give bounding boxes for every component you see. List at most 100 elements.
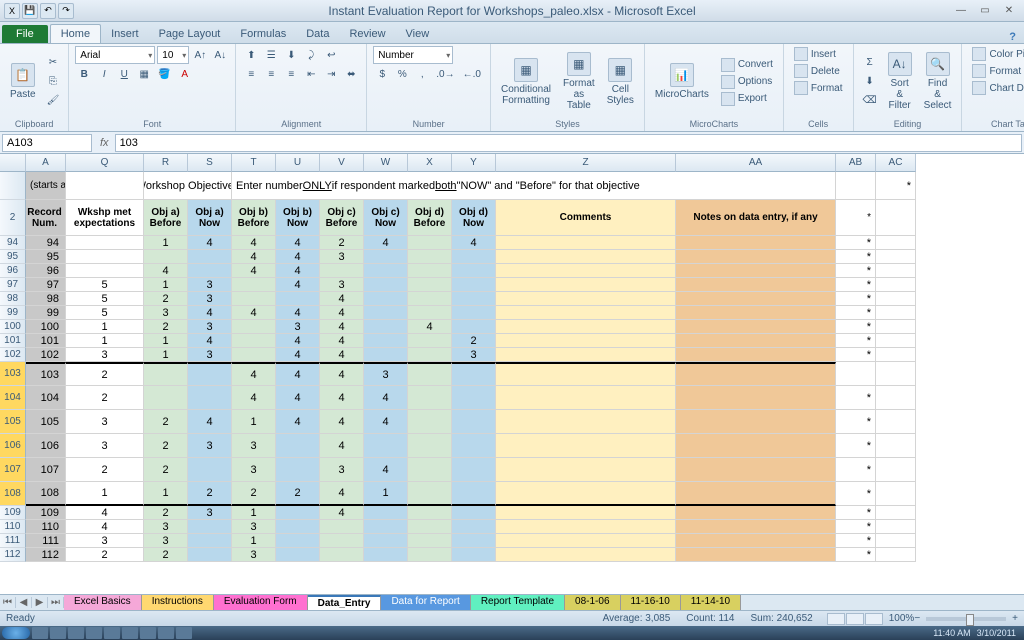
sheet-prev-icon[interactable]: ◀ xyxy=(16,597,32,608)
cell[interactable] xyxy=(496,278,676,292)
cell[interactable]: 3 xyxy=(188,278,232,292)
cell[interactable]: * xyxy=(836,458,876,482)
currency-button[interactable]: $ xyxy=(373,65,391,83)
cell[interactable]: 4 xyxy=(66,506,144,520)
options-button[interactable]: Options xyxy=(717,74,777,90)
row-header[interactable]: 101 xyxy=(0,334,26,348)
column-header[interactable]: Q xyxy=(66,154,144,172)
cell[interactable]: 2 xyxy=(144,458,188,482)
cell[interactable]: 2 xyxy=(144,292,188,306)
cell[interactable] xyxy=(408,362,452,386)
cell[interactable]: 2 xyxy=(144,320,188,334)
cell[interactable]: Comments xyxy=(496,200,676,236)
cell[interactable]: * xyxy=(836,306,876,320)
cell[interactable]: 3 xyxy=(66,534,144,548)
cell[interactable]: 1 xyxy=(66,334,144,348)
cell[interactable] xyxy=(676,548,836,562)
cell[interactable]: 4 xyxy=(232,386,276,410)
cell[interactable] xyxy=(408,264,452,278)
cell[interactable] xyxy=(320,534,364,548)
cell[interactable]: Obj c) Before xyxy=(320,200,364,236)
redo-icon[interactable]: ↷ xyxy=(58,3,74,19)
cell[interactable] xyxy=(496,534,676,548)
increase-indent-button[interactable]: ⇥ xyxy=(322,65,340,83)
comma-button[interactable]: , xyxy=(413,65,431,83)
row-header[interactable]: 104 xyxy=(0,386,26,410)
row-header[interactable]: 97 xyxy=(0,278,26,292)
taskbar-excel-icon[interactable] xyxy=(140,627,156,639)
tab-home[interactable]: Home xyxy=(50,24,101,43)
cell[interactable] xyxy=(452,410,496,434)
cell[interactable] xyxy=(676,306,836,320)
clear-button[interactable]: ⌫ xyxy=(860,92,880,110)
cell[interactable] xyxy=(364,306,408,320)
select-all-button[interactable] xyxy=(0,154,26,172)
autosum-button[interactable]: Σ xyxy=(860,54,880,72)
row-header[interactable]: 96 xyxy=(0,264,26,278)
cell[interactable] xyxy=(452,250,496,264)
cell[interactable]: 4 xyxy=(232,362,276,386)
conditional-formatting-button[interactable]: ▦Conditional Formatting xyxy=(497,46,555,117)
sheet-tab[interactable]: 08-1-06 xyxy=(565,595,620,610)
align-center-button[interactable]: ≡ xyxy=(262,65,280,83)
cell[interactable] xyxy=(876,200,916,236)
cell[interactable]: 3 xyxy=(188,320,232,334)
cell[interactable] xyxy=(232,278,276,292)
save-icon[interactable]: 💾 xyxy=(22,3,38,19)
cell[interactable]: 3 xyxy=(232,458,276,482)
cell[interactable]: 2 xyxy=(276,482,320,506)
decrease-indent-button[interactable]: ⇤ xyxy=(302,65,320,83)
cell[interactable]: 1 xyxy=(66,320,144,334)
cell[interactable] xyxy=(496,348,676,362)
cell[interactable]: 100 xyxy=(26,320,66,334)
cell[interactable]: 3 xyxy=(232,548,276,562)
cell[interactable]: 3 xyxy=(320,250,364,264)
cell[interactable]: 3 xyxy=(188,348,232,362)
row-header[interactable]: 112 xyxy=(0,548,26,562)
tab-view[interactable]: View xyxy=(396,25,440,43)
cell[interactable]: 4 xyxy=(320,348,364,362)
export-button[interactable]: Export xyxy=(717,91,777,107)
format-cells-button[interactable]: Format xyxy=(790,80,847,96)
cell[interactable]: 106 xyxy=(26,434,66,458)
cell[interactable]: * xyxy=(836,506,876,520)
cell[interactable] xyxy=(452,278,496,292)
cell[interactable]: Obj b) Now xyxy=(276,200,320,236)
cell[interactable]: 4 xyxy=(320,362,364,386)
cell[interactable]: 4 xyxy=(232,250,276,264)
cell[interactable]: 4 xyxy=(276,264,320,278)
cell[interactable]: Workshop Objectives xyxy=(144,172,232,200)
cell[interactable] xyxy=(364,264,408,278)
cell[interactable]: 3 xyxy=(320,458,364,482)
color-picker-button[interactable]: Color Picker xyxy=(968,46,1024,62)
cell[interactable] xyxy=(676,348,836,362)
file-tab[interactable]: File xyxy=(2,25,48,43)
cell[interactable] xyxy=(452,434,496,458)
cell[interactable]: 1 xyxy=(364,482,408,506)
shrink-font-button[interactable]: A↓ xyxy=(211,46,229,64)
cell[interactable] xyxy=(66,250,144,264)
page-break-view-button[interactable] xyxy=(865,613,883,625)
percent-button[interactable]: % xyxy=(393,65,411,83)
cell[interactable]: Obj d) Before xyxy=(408,200,452,236)
cell[interactable] xyxy=(496,320,676,334)
cell[interactable] xyxy=(876,334,916,348)
cell[interactable] xyxy=(676,334,836,348)
cell[interactable] xyxy=(496,386,676,410)
cell[interactable] xyxy=(276,534,320,548)
cell[interactable]: Enter number ONLY if respondent marked b… xyxy=(232,172,836,200)
cell[interactable]: 103 xyxy=(26,362,66,386)
cell[interactable] xyxy=(452,506,496,520)
cell[interactable] xyxy=(676,410,836,434)
tab-formulas[interactable]: Formulas xyxy=(230,25,296,43)
help-icon[interactable]: ? xyxy=(1001,31,1024,43)
column-header[interactable]: T xyxy=(232,154,276,172)
cell[interactable]: 4 xyxy=(320,292,364,306)
cell[interactable] xyxy=(676,482,836,506)
taskbar-explorer-icon[interactable] xyxy=(86,627,102,639)
cell[interactable] xyxy=(676,236,836,250)
column-header[interactable]: W xyxy=(364,154,408,172)
cell[interactable] xyxy=(232,320,276,334)
cell[interactable]: 4 xyxy=(364,410,408,434)
sheet-tab[interactable]: Excel Basics xyxy=(64,595,142,610)
